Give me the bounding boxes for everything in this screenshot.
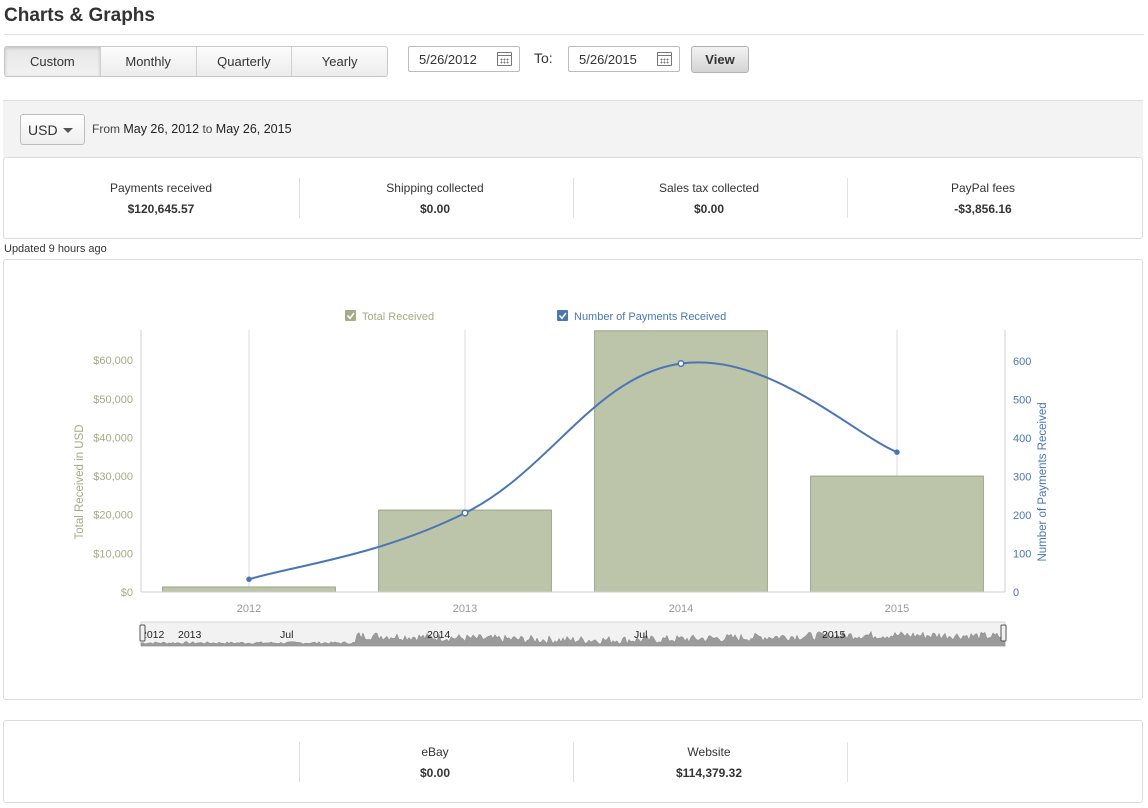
y2-axis-title: Number of Payments Received <box>1037 402 1049 561</box>
y2-tick-label: 600 <box>1013 356 1031 368</box>
y2-tick-label: 300 <box>1013 471 1031 483</box>
source-website: Website $114,379.32 <box>572 745 846 780</box>
y-tick-label: $40,000 <box>93 432 133 444</box>
y-tick-label: $10,000 <box>93 548 133 560</box>
tab-yearly[interactable]: Yearly <box>292 47 387 76</box>
from-date-value: 5/26/2012 <box>419 51 477 67</box>
stat-divider <box>847 742 848 782</box>
navigator-label: 2013 <box>178 629 202 641</box>
summary-label: Shipping collected <box>386 181 484 195</box>
navigator-left-handle[interactable] <box>139 624 146 642</box>
title-divider <box>4 34 1144 35</box>
from-date-input[interactable]: 5/26/2012 <box>408 46 520 72</box>
summary-value: $0.00 <box>419 202 451 216</box>
y-tick-label: $30,000 <box>93 471 133 483</box>
range-from-date: May 26, 2012 <box>123 122 200 136</box>
y-tick-label: $0 <box>121 587 133 599</box>
line-point-2012 <box>246 576 252 583</box>
x-tick-label: 2013 <box>453 603 477 615</box>
y-tick-label: $50,000 <box>93 394 133 406</box>
to-label: To: <box>534 50 553 66</box>
filter-bar: USD From May 26, 2012 to May 26, 2015 <box>3 100 1143 157</box>
summary-label: Sales tax collected <box>658 181 760 195</box>
source-value: $0.00 <box>419 766 451 780</box>
y2-tick-label: 500 <box>1013 394 1031 406</box>
to-date-input[interactable]: 5/26/2015 <box>568 46 680 72</box>
range-to-date: May 26, 2015 <box>215 122 292 136</box>
summary-value: -$3,856.16 <box>954 202 1012 216</box>
navigator-label: Jul <box>634 629 647 641</box>
summary-value: $0.00 <box>693 202 725 216</box>
date-range-text: From May 26, 2012 to May 26, 2015 <box>92 122 292 136</box>
bar-2014 <box>594 330 768 593</box>
line-point-2013 <box>461 509 469 517</box>
bar-2013 <box>378 509 552 593</box>
source-value: $114,379.32 <box>675 766 743 780</box>
view-button[interactable]: View <box>691 46 749 73</box>
payments-chart: $0 $10,000 $20,000 $30,000 $40,000 $50,000 $60… <box>74 310 1049 647</box>
y-axis-title: Total Received in USD <box>74 424 86 539</box>
y-tick-label: $60,000 <box>93 355 133 367</box>
summary-value: $120,645.57 <box>127 202 195 216</box>
summary-panel: Payments received $120,645.57 Shipping c… <box>3 157 1143 239</box>
sources-panel: eBay $0.00 Website $114,379.32 <box>3 720 1143 803</box>
navigator-right-handle[interactable] <box>1000 624 1007 642</box>
caret-down-icon <box>63 128 73 133</box>
bar-2012 <box>162 586 336 593</box>
line-point-2015 <box>894 449 900 455</box>
y2-tick-label: 100 <box>1013 548 1031 560</box>
y-tick-label: $20,000 <box>93 510 133 522</box>
summary-sales-tax: Sales tax collected $0.00 <box>572 181 846 216</box>
payments-count-line <box>248 361 898 581</box>
tab-custom[interactable]: Custom <box>5 47 101 76</box>
y2-tick-label: 400 <box>1013 433 1031 445</box>
updated-timestamp: Updated 9 hours ago <box>4 243 107 255</box>
source-ebay: eBay $0.00 <box>298 745 572 780</box>
summary-shipping-collected: Shipping collected $0.00 <box>298 181 572 216</box>
summary-payments-received: Payments received $120,645.57 <box>24 181 298 216</box>
to-word: to <box>202 122 213 136</box>
summary-label: Payments received <box>109 181 213 195</box>
y2-tick-label: 0 <box>1013 587 1019 599</box>
to-date-value: 5/26/2015 <box>579 51 637 67</box>
legend-checkbox-1 <box>557 310 568 321</box>
page-title: Charts & Graphs <box>4 5 155 26</box>
period-tab-group: Custom Monthly Quarterly Yearly <box>4 46 388 77</box>
x-tick-label: 2014 <box>669 603 693 615</box>
x-tick-label: 2012 <box>237 603 261 615</box>
bar-2015 <box>810 475 984 593</box>
legend-label: Number of Payments Received <box>574 311 726 323</box>
x-tick-label: 2015 <box>885 603 909 615</box>
y2-tick-label: 200 <box>1013 510 1031 522</box>
navigator-label: 2014 <box>427 629 451 641</box>
tab-quarterly[interactable]: Quarterly <box>197 47 293 76</box>
navigator-label: 2015 <box>822 629 846 641</box>
source-label: Website <box>687 745 731 759</box>
chart-panel: $0 $10,000 $20,000 $30,000 $40,000 $50,000 $60… <box>3 259 1143 700</box>
legend-checkbox-0 <box>345 310 356 321</box>
calendar-icon[interactable] <box>657 52 672 66</box>
currency-select[interactable]: USD <box>20 114 85 145</box>
summary-paypal-fees: PayPal fees -$3,856.16 <box>846 181 1120 216</box>
source-label: eBay <box>421 745 449 759</box>
currency-value: USD <box>28 121 58 138</box>
legend-label: Total Received <box>362 311 434 323</box>
line-point-2014 <box>677 359 685 368</box>
from-word: From <box>92 122 120 136</box>
navigator-label: Jul <box>280 629 293 641</box>
summary-label: PayPal fees <box>950 181 1016 195</box>
calendar-icon[interactable] <box>497 52 512 66</box>
tab-monthly[interactable]: Monthly <box>101 47 197 76</box>
